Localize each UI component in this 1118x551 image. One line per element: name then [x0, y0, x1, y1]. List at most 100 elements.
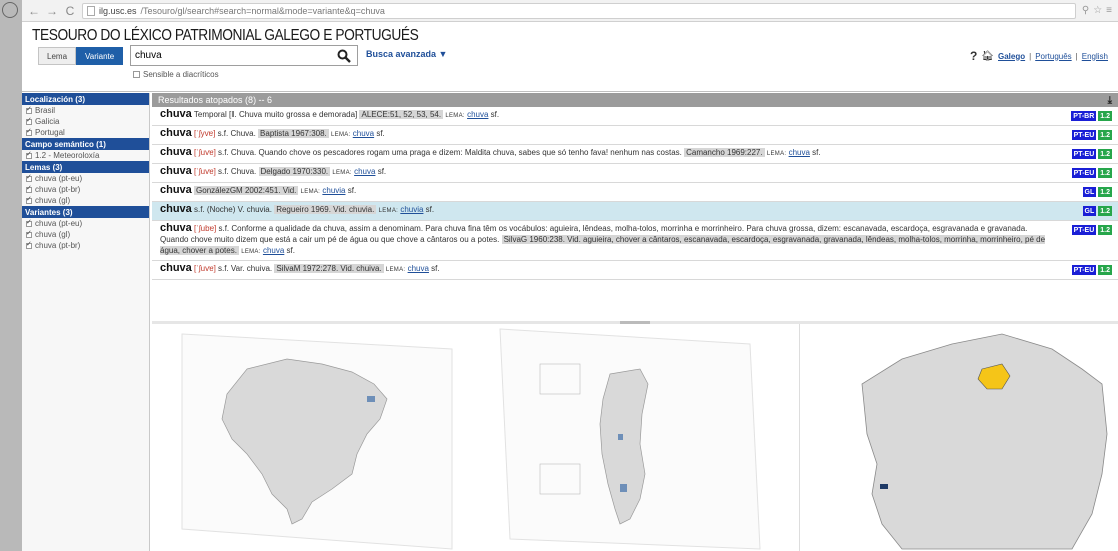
- home-icon[interactable]: 🏠︎: [981, 51, 994, 62]
- country-badge[interactable]: GL: [1082, 187, 1097, 197]
- diacritics-checkbox[interactable]: [133, 71, 140, 78]
- country-badge[interactable]: PT-EU: [1071, 225, 1097, 235]
- result-row[interactable]: chuva [ˈʃuvɐ] s.f. Chuva. Delgado 1970:3…: [152, 164, 1118, 183]
- result-citation[interactable]: Regueiro 1969. Vid. chuvia.: [274, 205, 377, 214]
- diacritics-toggle[interactable]: Sensible a diacríticos: [133, 70, 219, 79]
- result-tail: sf.: [284, 246, 295, 255]
- menu-icon[interactable]: ≡: [1106, 5, 1112, 16]
- facet-checkbox[interactable]: [26, 218, 32, 227]
- result-definition: s.f. Chuva. Quando chove os pescadores r…: [215, 148, 685, 157]
- result-word[interactable]: chuva: [160, 203, 192, 215]
- facet-checkbox[interactable]: [26, 240, 32, 249]
- lang-separator: |: [1075, 51, 1078, 61]
- facet-checkbox[interactable]: [26, 105, 32, 114]
- facet-checkbox[interactable]: [26, 116, 32, 125]
- result-lema-link[interactable]: chuvia: [322, 186, 345, 195]
- result-row[interactable]: chuva [ˈʃubɐ] s.f. Conforme a qualidade …: [152, 221, 1118, 261]
- facet-checkbox[interactable]: [26, 184, 32, 193]
- country-badge[interactable]: PT-EU: [1071, 149, 1097, 159]
- semantic-field-badge[interactable]: 1.2: [1098, 225, 1112, 235]
- facet-heading-localizacion[interactable]: Localización (3): [22, 93, 149, 105]
- semantic-field-badge[interactable]: 1.2: [1098, 187, 1112, 197]
- facet-heading-variantes[interactable]: Variantes (3): [22, 206, 149, 218]
- result-word[interactable]: chuva: [160, 127, 192, 139]
- result-citation[interactable]: Camancho 1969:227.: [684, 148, 765, 157]
- map-brazil-panel[interactable]: [152, 324, 470, 551]
- country-badge[interactable]: GL: [1082, 206, 1097, 216]
- result-row[interactable]: chuva [ˈʃuvɐ] s.f. Chuva. Quando chove o…: [152, 145, 1118, 164]
- facet-sidebar: Localización (3) Brasil Galicia Portugal…: [22, 93, 150, 551]
- country-badge[interactable]: PT-EU: [1071, 168, 1097, 178]
- facet-item[interactable]: chuva (pt-br): [22, 184, 149, 195]
- back-icon[interactable]: ←: [28, 4, 40, 18]
- facet-item[interactable]: chuva (pt-br): [22, 240, 149, 251]
- result-lema-link[interactable]: chuva: [354, 167, 375, 176]
- facet-checkbox[interactable]: [26, 173, 32, 182]
- result-badges: PT-EU 1.2: [1071, 225, 1112, 235]
- result-row[interactable]: chuva [ˈʃyvɐ] s.f. Chuva. Baptista 1967:…: [152, 126, 1118, 145]
- facet-heading-lemas[interactable]: Lemas (3): [22, 161, 149, 173]
- result-word[interactable]: chuva: [160, 222, 192, 234]
- result-word[interactable]: chuva: [160, 165, 192, 177]
- lang-galego-link[interactable]: Galego: [998, 52, 1025, 61]
- lang-english-link[interactable]: English: [1082, 52, 1108, 61]
- result-citation[interactable]: Delgado 1970:330.: [258, 167, 331, 176]
- facet-checkbox[interactable]: [26, 150, 32, 159]
- country-badge[interactable]: PT-BR: [1071, 111, 1097, 121]
- country-badge[interactable]: PT-EU: [1071, 265, 1097, 275]
- result-row[interactable]: chuva [ˈʃuvɐ] s.f. Var. chuiva. SilvaM 1…: [152, 261, 1118, 280]
- semantic-field-badge[interactable]: 1.2: [1098, 265, 1112, 275]
- tab-lema[interactable]: Lema: [38, 47, 77, 65]
- facet-item[interactable]: Portugal: [22, 127, 149, 138]
- map-galicia-panel[interactable]: [802, 324, 1118, 551]
- result-citation[interactable]: SilvaM 1972:278. Vid. chuiva.: [274, 264, 384, 273]
- country-badge[interactable]: PT-EU: [1071, 130, 1097, 140]
- facet-heading-campo-semantico[interactable]: Campo semántico (1): [22, 138, 149, 150]
- result-word[interactable]: chuva: [160, 146, 192, 158]
- result-lema-label: LEMA:: [385, 267, 406, 273]
- reload-icon[interactable]: C: [64, 4, 76, 18]
- semantic-field-badge[interactable]: 1.2: [1098, 206, 1112, 216]
- facet-checkbox[interactable]: [26, 229, 32, 238]
- semantic-field-badge[interactable]: 1.2: [1098, 149, 1112, 159]
- result-lema-link[interactable]: chuva: [263, 246, 284, 255]
- result-lema-link[interactable]: chuva: [408, 264, 429, 273]
- result-row[interactable]: chuva GonzálezGM 2002:451. Vid. LEMA: ch…: [152, 183, 1118, 202]
- result-lema-link[interactable]: chuva: [353, 129, 374, 138]
- zoom-icon[interactable]: ⚲: [1082, 5, 1089, 16]
- address-bar[interactable]: ilg.usc.es/Tesouro/gl/search#search=norm…: [82, 2, 1076, 19]
- facet-item[interactable]: Brasil: [22, 105, 149, 116]
- facet-item[interactable]: 1.2 - Meteoroloxía: [22, 150, 149, 161]
- facet-item[interactable]: chuva (gl): [22, 229, 149, 240]
- result-row[interactable]: chuva s.f. (Noche) V. chuvia. Regueiro 1…: [152, 202, 1118, 221]
- result-citation[interactable]: ALECE:51, 52, 53, 54.: [359, 110, 444, 119]
- result-word[interactable]: chuva: [160, 262, 192, 274]
- semantic-field-badge[interactable]: 1.2: [1098, 111, 1112, 121]
- download-icon[interactable]: ⤓: [1108, 95, 1112, 106]
- bookmark-star-icon[interactable]: ☆: [1093, 5, 1102, 16]
- result-lema-link[interactable]: chuvia: [400, 205, 423, 214]
- result-citation[interactable]: Baptista 1967:308.: [258, 129, 329, 138]
- result-row[interactable]: chuva Temporal [ǁ. Chuva muito grossa e …: [152, 107, 1118, 126]
- semantic-field-badge[interactable]: 1.2: [1098, 168, 1112, 178]
- tab-variante[interactable]: Variante: [76, 47, 124, 65]
- advanced-search-link[interactable]: Busca avanzada ▼: [366, 49, 447, 59]
- search-button[interactable]: [335, 47, 353, 65]
- facet-item[interactable]: chuva (pt-eu): [22, 218, 149, 229]
- result-word[interactable]: chuva: [160, 184, 192, 196]
- facet-checkbox[interactable]: [26, 127, 32, 136]
- forward-icon[interactable]: →: [46, 4, 58, 18]
- facet-checkbox[interactable]: [26, 195, 32, 204]
- facet-item[interactable]: chuva (pt-eu): [22, 173, 149, 184]
- result-word[interactable]: chuva: [160, 108, 192, 120]
- help-icon[interactable]: ?: [970, 49, 977, 63]
- search-input[interactable]: [135, 50, 335, 61]
- result-lema-link[interactable]: chuva: [467, 110, 488, 119]
- lang-portugues-link[interactable]: Português: [1035, 52, 1071, 61]
- semantic-field-badge[interactable]: 1.2: [1098, 130, 1112, 140]
- map-portugal-panel[interactable]: [470, 324, 800, 551]
- facet-item[interactable]: chuva (gl): [22, 195, 149, 206]
- result-lema-link[interactable]: chuva: [789, 148, 810, 157]
- facet-item[interactable]: Galicia: [22, 116, 149, 127]
- result-citation[interactable]: GonzálezGM 2002:451. Vid.: [194, 186, 299, 195]
